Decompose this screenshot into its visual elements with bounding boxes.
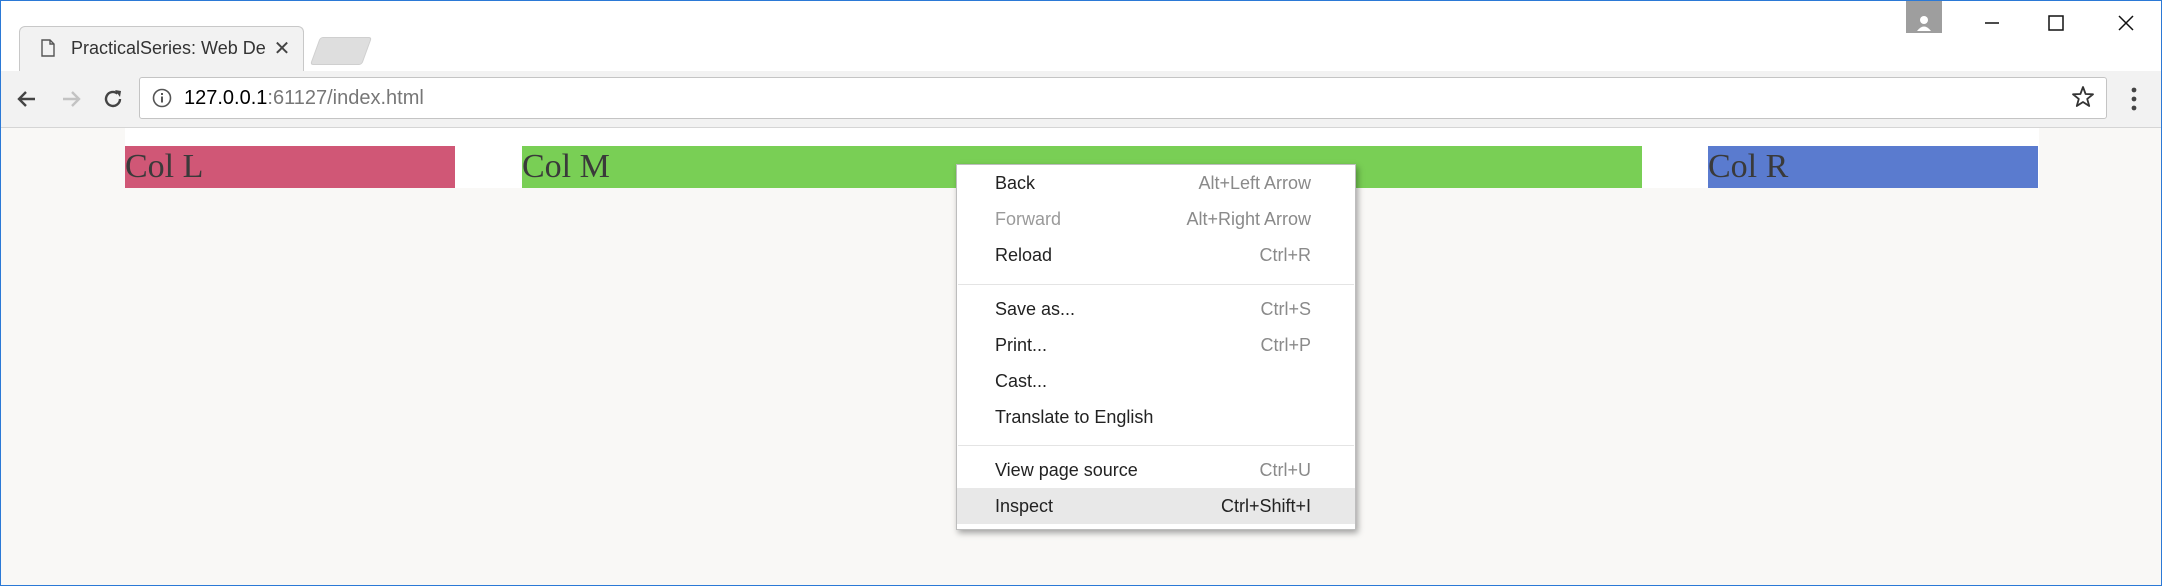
menu-item-save-as[interactable]: Save as... Ctrl+S xyxy=(957,291,1355,327)
menu-item-shortcut: Ctrl+R xyxy=(1259,244,1311,265)
url-path: /index.html xyxy=(327,86,424,109)
menu-separator xyxy=(958,445,1354,446)
menu-item-label: Reload xyxy=(995,244,1053,265)
url-text: 127.0.0.1:61127/index.html xyxy=(184,87,424,110)
column-right: Col R xyxy=(1708,146,2038,188)
menu-item-label: Translate to English xyxy=(995,406,1154,427)
menu-item-label: Back xyxy=(995,172,1036,193)
menu-separator xyxy=(958,284,1354,285)
menu-item-shortcut: Alt+Right Arrow xyxy=(1186,208,1311,229)
minimize-icon[interactable] xyxy=(1957,1,2027,45)
address-bar[interactable]: 127.0.0.1:61127/index.html xyxy=(139,77,2107,119)
menu-item-label: Inspect xyxy=(995,495,1054,516)
menu-item-shortcut: Ctrl+S xyxy=(1260,298,1311,319)
star-icon[interactable] xyxy=(2070,84,2096,110)
url-port: :61127 xyxy=(267,86,328,109)
menu-item-shortcut: Ctrl+Shift+I xyxy=(1220,495,1311,516)
menu-item-shortcut: Alt+Left Arrow xyxy=(1198,172,1311,193)
new-tab-button[interactable] xyxy=(309,37,373,65)
page-icon xyxy=(41,39,55,57)
menu-item-shortcut: Ctrl+U xyxy=(1259,459,1311,480)
menu-item-shortcut: Ctrl+P xyxy=(1260,334,1311,355)
menu-item-label: Print... xyxy=(995,334,1048,355)
tab-strip: PracticalSeries: Web Deve ✕ xyxy=(1,1,2161,73)
menu-item-translate[interactable]: Translate to English xyxy=(957,399,1355,435)
kebab-menu-icon[interactable] xyxy=(2123,85,2145,118)
menu-item-view-source[interactable]: View page source Ctrl+U xyxy=(957,452,1355,488)
menu-item-label: Cast... xyxy=(995,370,1048,391)
menu-item-back[interactable]: Back Alt+Left Arrow xyxy=(957,165,1355,201)
menu-item-reload[interactable]: Reload Ctrl+R xyxy=(957,237,1355,273)
active-tab-content[interactable]: PracticalSeries: Web Deve ✕ xyxy=(35,25,315,71)
reload-icon[interactable] xyxy=(97,83,129,115)
tab-close-icon[interactable]: ✕ xyxy=(272,36,292,61)
column-left: Col L xyxy=(125,146,455,188)
person-icon xyxy=(1917,16,1931,31)
arrow-right-icon[interactable] xyxy=(55,83,87,115)
menu-item-inspect[interactable]: Inspect Ctrl+Shift+I xyxy=(957,488,1355,524)
menu-item-forward[interactable]: Forward Alt+Right Arrow xyxy=(957,201,1355,237)
browser-window: PracticalSeries: Web Deve ✕ 127.0.0.1:61… xyxy=(0,0,2162,586)
arrow-left-icon[interactable] xyxy=(11,83,43,115)
context-menu: Back Alt+Left Arrow Forward Alt+Right Ar… xyxy=(956,164,1356,530)
maximize-icon[interactable] xyxy=(2021,1,2091,45)
menu-item-label: View page source xyxy=(995,459,1138,480)
url-host: 127.0.0.1 xyxy=(184,86,268,109)
close-icon[interactable] xyxy=(2091,1,2161,45)
browser-toolbar: 127.0.0.1:61127/index.html xyxy=(1,71,2161,128)
tab-title: PracticalSeries: Web Deve xyxy=(71,37,266,58)
menu-item-print[interactable]: Print... Ctrl+P xyxy=(957,327,1355,363)
info-icon[interactable] xyxy=(152,88,172,108)
menu-item-label: Forward xyxy=(995,208,1062,229)
menu-item-cast[interactable]: Cast... xyxy=(957,363,1355,399)
menu-item-label: Save as... xyxy=(995,298,1076,319)
profile-icon[interactable] xyxy=(1906,1,1942,33)
